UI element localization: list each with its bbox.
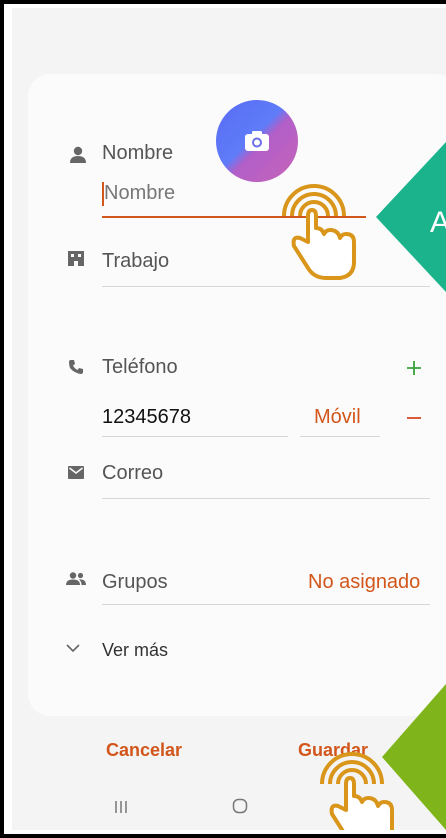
callout-label: A (430, 206, 446, 239)
phone-type-underline (300, 436, 380, 437)
phone-number-input[interactable]: 12345678 (102, 406, 191, 429)
tap-hand-icon (320, 752, 394, 830)
app-screen: Nombre Nombre Trabajo Teléfono 12345678 … (12, 8, 446, 830)
name-input[interactable]: Nombre (104, 182, 175, 205)
contact-photo-button[interactable] (216, 100, 298, 182)
add-phone-icon[interactable] (406, 360, 422, 376)
phone-number-underline (102, 436, 288, 437)
person-icon (70, 146, 86, 163)
chevron-down-icon (66, 644, 80, 653)
groups-label: Grupos (102, 571, 168, 593)
home-icon[interactable] (232, 798, 248, 814)
email-icon (68, 466, 84, 479)
email-underline (102, 498, 430, 499)
building-icon (68, 251, 84, 266)
camera-icon (245, 131, 269, 151)
tap-hand-icon (282, 184, 356, 280)
phone-section-label: Teléfono (102, 356, 178, 378)
recent-apps-icon[interactable] (114, 800, 128, 814)
phone-icon (69, 360, 83, 374)
name-section-label: Nombre (102, 142, 174, 164)
email-input[interactable]: Correo (102, 462, 163, 485)
groups-underline (102, 604, 430, 605)
phone-type-select[interactable]: Móvil (314, 406, 361, 429)
group-icon (66, 572, 86, 585)
work-input[interactable]: Trabajo (102, 250, 169, 273)
groups-select[interactable]: No asignado (308, 571, 420, 594)
cancel-button[interactable]: Cancelar (106, 740, 182, 761)
remove-phone-icon[interactable] (406, 416, 422, 420)
see-more-button[interactable]: Ver más (102, 640, 168, 661)
